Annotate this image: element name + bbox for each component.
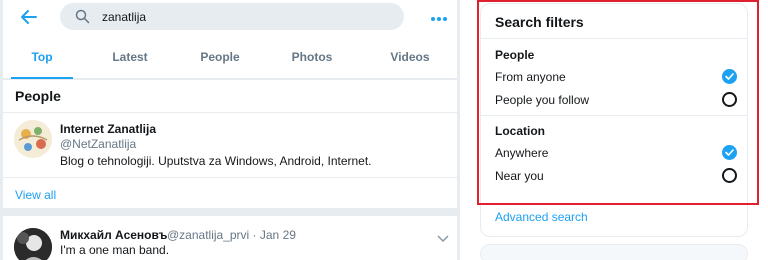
search-input[interactable]: zanatlija [60, 3, 404, 30]
filters-column: Search filters People From anyone People… [460, 0, 768, 260]
divider [3, 112, 457, 113]
tweet-text: I'm a one man band. [60, 243, 170, 257]
next-card [480, 244, 748, 260]
tweet[interactable]: Микхайл Асеновъ @zanatlija_prvi · Jan 29… [3, 216, 457, 260]
tab-top[interactable]: Top [11, 43, 73, 79]
avatar[interactable] [14, 228, 52, 260]
search-header: zanatlija Top Latest People Photos Video… [3, 0, 457, 79]
divider [3, 177, 457, 178]
tab-people[interactable]: People [189, 43, 251, 79]
tab-videos[interactable]: Videos [379, 43, 441, 79]
view-all-link[interactable]: View all [15, 188, 56, 202]
back-arrow-icon[interactable] [18, 8, 40, 26]
tab-photos[interactable]: Photos [281, 43, 343, 79]
tweet-meta: @zanatlija_prvi · Jan 29 [167, 228, 296, 242]
search-tabs: Top Latest People Photos Videos [3, 43, 457, 79]
user-handle: @NetZanatlija [60, 137, 137, 151]
search-query[interactable]: zanatlija [102, 10, 146, 24]
user-name[interactable]: Internet Zanatlija [60, 122, 156, 136]
avatar[interactable] [14, 120, 52, 158]
advanced-search-link[interactable]: Advanced search [495, 210, 588, 224]
more-dots-icon[interactable] [430, 10, 448, 21]
highlight-box [477, 0, 759, 205]
people-heading: People [15, 88, 61, 104]
user-bio: Blog o tehnologiji. Uputstva za Windows,… [60, 154, 372, 168]
tab-latest[interactable]: Latest [99, 43, 161, 79]
search-icon [75, 9, 90, 24]
people-results-card: People Internet Zanatlija @NetZanatlija … [3, 80, 457, 208]
search-results-column: zanatlija Top Latest People Photos Video… [0, 0, 460, 260]
tweet-author[interactable]: Микхайл Асеновъ [60, 228, 167, 242]
chevron-down-icon[interactable] [437, 230, 449, 243]
